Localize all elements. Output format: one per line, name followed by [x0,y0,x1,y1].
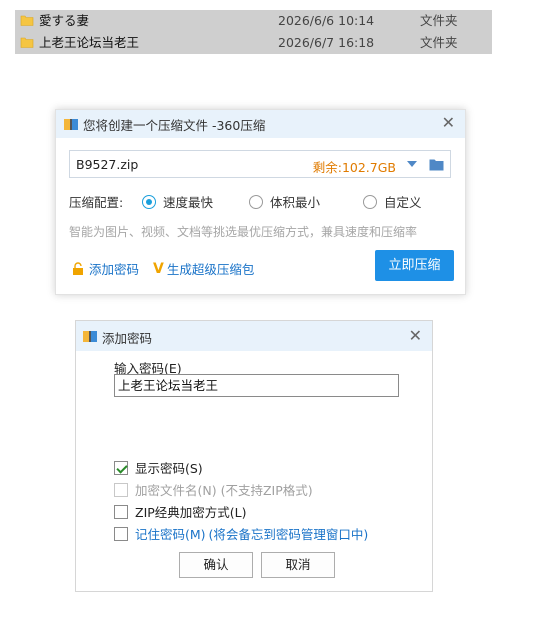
radio-label: 速度最快 [163,195,214,210]
lock-icon [73,262,83,275]
compress-dialog-titlebar: 您将创建一个压缩文件 -360压缩 ✕ [56,110,465,138]
compress-dialog-title: 您将创建一个压缩文件 -360压缩 [83,118,266,133]
checkbox-label: 显示密码(S) [135,461,203,476]
radio-selected-icon [142,194,156,209]
checkbox-icon [114,526,128,541]
remember-password-checkbox[interactable]: 记住密码(M) (将会备忘到密码管理窗口中) [114,524,368,543]
file-row[interactable]: 上老王论坛当老王 2026/6/7 16:18 文件夹 [15,32,492,54]
compress-now-button[interactable]: 立即压缩 [375,250,454,281]
encrypt-filename-checkbox: 加密文件名(N) (不支持ZIP格式) [114,480,313,499]
checkbox-icon [114,504,128,519]
show-password-checkbox[interactable]: 显示密码(S) [114,458,203,477]
folder-icon [20,15,34,26]
file-date: 2026/6/7 16:18 [278,35,375,50]
radio-size-smallest[interactable]: 体积最小 [249,192,320,211]
add-password-dialog: 添加密码 ✕ 输入密码(E) 上老王论坛当老王 显示密码(S) 加密文件名(N)… [75,320,433,592]
file-name: 上老王论坛当老王 [39,35,140,50]
create-super-archive-link[interactable]: V 生成超级压缩包 [153,259,254,278]
file-name: 愛する妻 [39,13,90,28]
radio-label: 自定义 [384,195,422,210]
cancel-button[interactable]: 取消 [261,552,335,578]
add-password-label: 添加密码 [89,262,140,277]
checkbox-label: 加密文件名(N) (不支持ZIP格式) [135,483,313,498]
radio-speed-fastest[interactable]: 速度最快 [142,192,213,211]
folder-icon [20,37,34,48]
compress-dialog: 您将创建一个压缩文件 -360压缩 ✕ B9527.zip 剩余:102.7GB… [55,109,466,295]
vip-icon: V [153,260,164,277]
archive-icon [83,331,97,342]
free-space: 剩余:102.7GB [312,160,396,175]
add-password-link[interactable]: 添加密码 [72,259,139,278]
checkbox-note: (将会备忘到密码管理窗口中) [208,527,369,542]
create-super-label: 生成超级压缩包 [166,262,255,277]
close-icon[interactable]: ✕ [442,114,455,132]
radio-icon [249,194,263,209]
close-icon[interactable]: ✕ [409,327,422,345]
compress-config-label: 压缩配置: [69,195,124,210]
file-type: 文件夹 [420,13,458,28]
password-dialog-title: 添加密码 [102,331,153,346]
radio-icon [363,194,377,209]
archive-file-name: B9527.zip [76,157,139,172]
archive-icon [64,119,78,130]
checkbox-label: ZIP经典加密方式(L) [135,505,247,520]
radio-custom[interactable]: 自定义 [363,192,422,211]
file-date: 2026/6/6 10:14 [278,13,375,28]
zip-classic-encryption-checkbox[interactable]: ZIP经典加密方式(L) [114,502,247,521]
checkbox-label: 记住密码(M) [135,527,206,542]
radio-label: 体积最小 [270,195,321,210]
password-dialog-titlebar: 添加密码 ✕ [76,321,432,351]
folder-browse-icon[interactable] [429,158,444,171]
ok-button[interactable]: 确认 [179,552,253,578]
checkbox-checked-icon [114,460,128,475]
chevron-down-icon[interactable] [407,161,417,167]
file-row[interactable]: 愛する妻 2026/6/6 10:14 文件夹 [15,10,492,32]
compress-hint: 智能为图片、视频、文档等挑选最优压缩方式，兼具速度和压缩率 [69,225,418,239]
password-input[interactable]: 上老王论坛当老王 [114,374,399,397]
checkbox-icon [114,482,128,497]
file-type: 文件夹 [420,35,458,50]
archive-path-field[interactable]: B9527.zip 剩余:102.7GB [69,150,451,178]
